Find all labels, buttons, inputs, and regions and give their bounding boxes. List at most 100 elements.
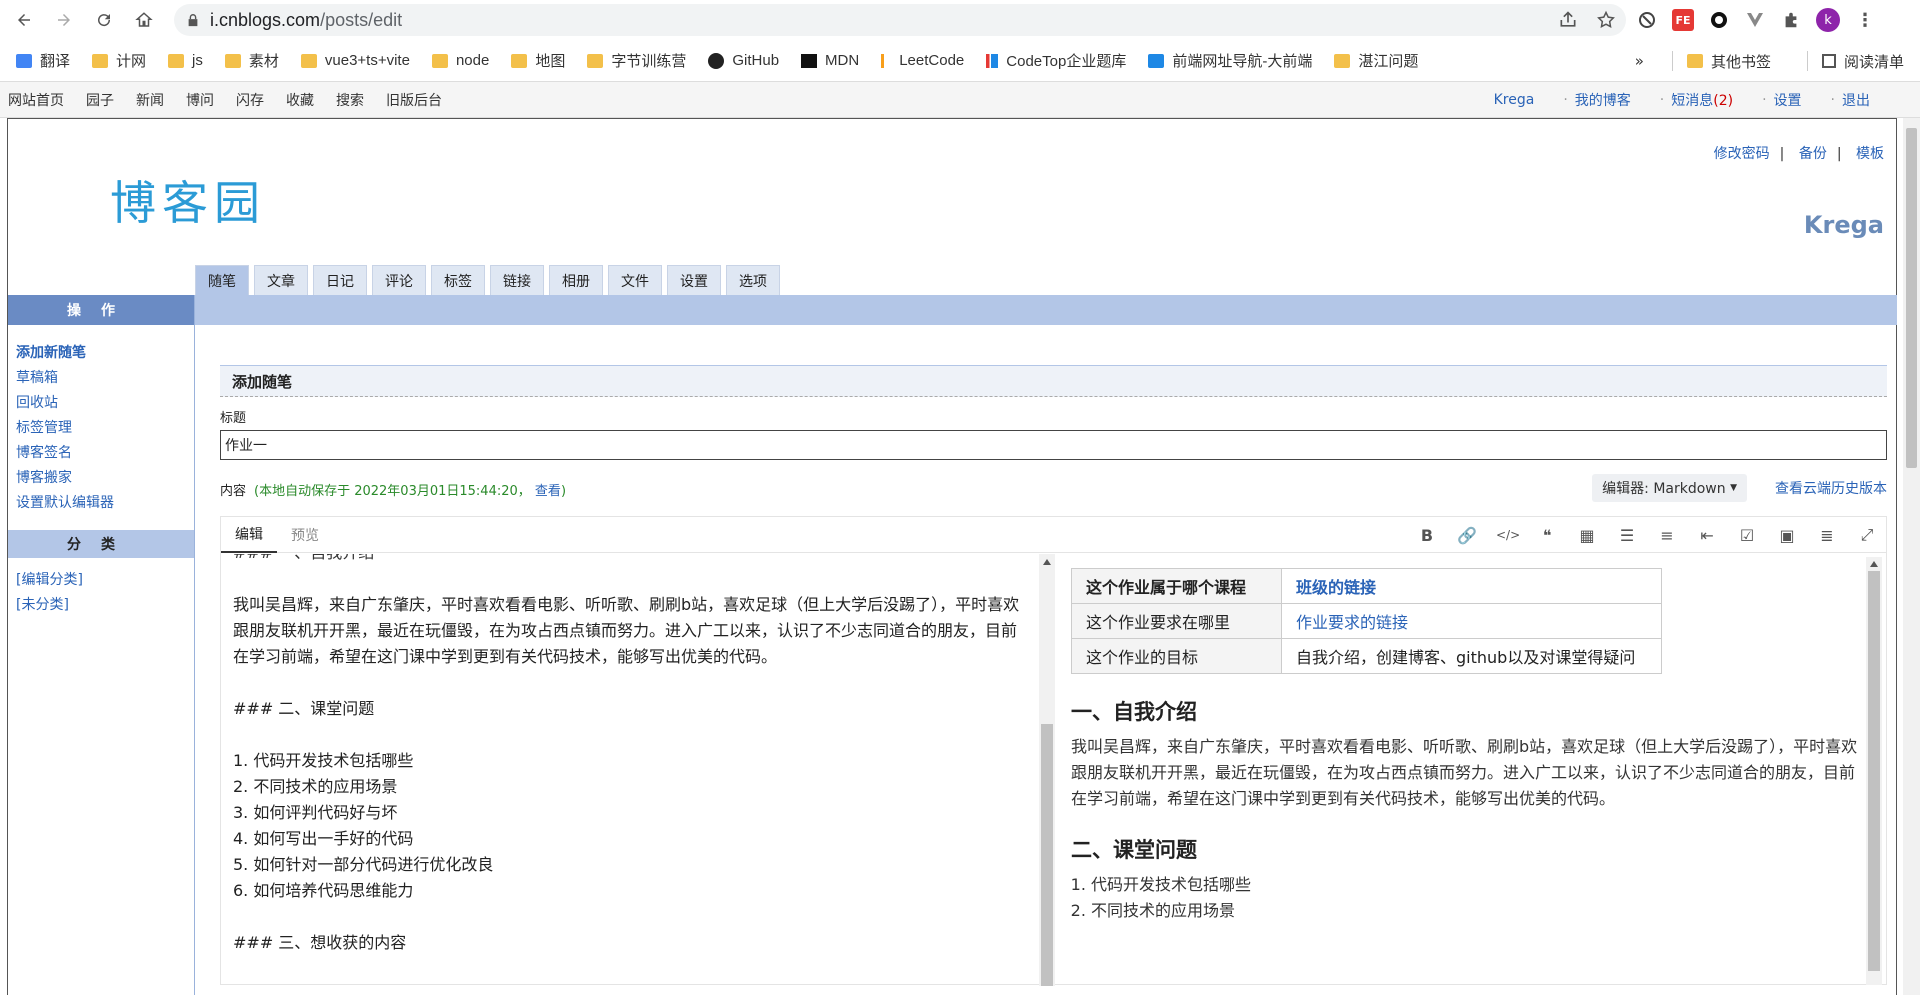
bookmark-item[interactable]: 前端网址导航-大前端 — [1148, 50, 1312, 71]
cloud-history-link[interactable]: 查看云端历史版本 — [1775, 474, 1887, 502]
extensions-puzzle-icon[interactable] — [1780, 9, 1802, 31]
backup-link[interactable]: 备份 — [1799, 146, 1827, 162]
admin-tab[interactable]: 设置 — [667, 265, 721, 295]
sidebar-ops-link[interactable]: 设置默认编辑器 — [16, 491, 194, 516]
bookmark-item[interactable]: 湛江问题 — [1334, 50, 1418, 71]
scroll-up-arrow[interactable] — [1043, 559, 1051, 565]
template-link[interactable]: 模板 — [1856, 146, 1884, 162]
fullscreen-icon[interactable]: ⤢ — [1856, 525, 1878, 545]
extension-vue-icon[interactable] — [1744, 9, 1766, 31]
browser-menu-icon[interactable]: ⋮ — [1854, 9, 1876, 31]
cnblogs-logo[interactable]: 博客园 — [110, 167, 266, 233]
source-list-line: 2. 不同技术的应用场景 — [233, 777, 398, 796]
admin-tab[interactable]: 链接 — [490, 265, 544, 295]
forward-icon[interactable] — [48, 4, 80, 36]
nav-settings-link[interactable]: 设置 — [1774, 90, 1802, 110]
bookmark-item[interactable]: MDN — [801, 52, 859, 69]
extension-sync-icon[interactable] — [1636, 9, 1658, 31]
site-nav-link[interactable]: 网站首页 — [8, 90, 64, 110]
scroll-thumb[interactable] — [1041, 724, 1053, 986]
site-nav-link[interactable]: 闪存 — [236, 90, 264, 110]
sidebar-category-link[interactable]: [未分类] — [16, 593, 194, 618]
image-icon[interactable]: ▣ — [1776, 526, 1798, 545]
reload-icon[interactable] — [88, 4, 120, 36]
sidebar-ops-link[interactable]: 添加新随笔 — [16, 341, 194, 366]
sidebar-ops-link[interactable]: 标签管理 — [16, 416, 194, 441]
bookmark-item[interactable]: 素材 — [224, 50, 279, 71]
indent-icon[interactable]: ⇤ — [1696, 526, 1718, 545]
align-icon[interactable]: ≣ — [1816, 526, 1838, 545]
profile-avatar[interactable]: k — [1816, 8, 1840, 32]
admin-tab[interactable]: 文件 — [608, 265, 662, 295]
checkbox-icon[interactable]: ☑ — [1736, 526, 1758, 545]
home-icon[interactable] — [128, 4, 160, 36]
table-link[interactable]: 班级的链接 — [1296, 578, 1376, 597]
site-nav-link[interactable]: 博问 — [186, 90, 214, 110]
sidebar-ops-link[interactable]: 草稿箱 — [16, 366, 194, 391]
bookmark-item[interactable]: node — [431, 52, 489, 69]
scroll-thumb[interactable] — [1868, 571, 1880, 971]
star-icon[interactable] — [1596, 10, 1616, 30]
admin-tab[interactable]: 相册 — [549, 265, 603, 295]
reading-list-button[interactable]: 阅读清单 — [1821, 51, 1904, 72]
bookmark-item[interactable]: CodeTop企业题库 — [986, 50, 1126, 71]
sidebar-ops-link[interactable]: 回收站 — [16, 391, 194, 416]
folder-icon — [431, 53, 448, 68]
admin-tab[interactable]: 选项 — [726, 265, 780, 295]
bookmark-item[interactable]: LeetCode — [881, 52, 964, 69]
post-title-input[interactable] — [220, 430, 1887, 460]
scroll-up-arrow[interactable] — [1870, 561, 1878, 567]
page-scrollbar[interactable] — [1903, 118, 1920, 995]
bookmark-item[interactable]: js — [168, 52, 203, 69]
nav-myblog-link[interactable]: 我的博客 — [1575, 90, 1631, 110]
admin-tab[interactable]: 标签 — [431, 265, 485, 295]
admin-tab[interactable]: 文章 — [254, 265, 308, 295]
extension-circle-icon[interactable] — [1708, 9, 1730, 31]
autosave-view-link[interactable]: 查看 — [535, 484, 561, 499]
bookmark-item[interactable]: 计网 — [92, 50, 146, 71]
quote-icon[interactable]: ❝ — [1536, 526, 1558, 545]
tab-edit[interactable]: 编辑 — [221, 517, 277, 553]
site-nav-link[interactable]: 新闻 — [136, 90, 164, 110]
sidebar-ops-link[interactable]: 博客搬家 — [16, 466, 194, 491]
change-password-link[interactable]: 修改密码 — [1714, 146, 1770, 162]
bold-icon[interactable]: B — [1416, 526, 1438, 545]
other-bookmarks-folder[interactable]: 其他书签 — [1686, 51, 1771, 72]
table-icon[interactable]: ▦ — [1576, 526, 1598, 545]
site-nav-link[interactable]: 旧版后台 — [386, 90, 442, 110]
share-icon[interactable] — [1558, 10, 1578, 30]
site-nav-link[interactable]: 搜索 — [336, 90, 364, 110]
code-icon[interactable]: </> — [1496, 528, 1520, 542]
table-link[interactable]: 作业要求的链接 — [1296, 613, 1408, 632]
tab-preview[interactable]: 预览 — [277, 517, 333, 553]
site-nav-link[interactable]: 园子 — [86, 90, 114, 110]
nav-user-link[interactable]: Krega — [1494, 92, 1535, 108]
address-bar[interactable]: i.cnblogs.com/posts/edit — [174, 4, 1626, 36]
nav-logout-link[interactable]: 退出 — [1842, 90, 1870, 110]
editor-type-select[interactable]: 编辑器: Markdown ▼ — [1592, 474, 1747, 502]
markdown-source[interactable]: ### 一、自我介绍 我叫吴昌辉，来自广东肇庆，平时喜欢看看电影、听听歌、刷刷b… — [221, 554, 1039, 986]
site-nav-link[interactable]: 收藏 — [286, 90, 314, 110]
bookmark-item[interactable]: vue3+ts+vite — [300, 52, 410, 69]
bookmark-item[interactable]: 字节训练营 — [587, 50, 686, 71]
back-icon[interactable] — [8, 4, 40, 36]
ul-icon[interactable]: ☰ — [1616, 526, 1638, 545]
bookmark-item[interactable]: 地图 — [511, 50, 565, 71]
source-scrollbar[interactable] — [1039, 554, 1055, 986]
sidebar-ops-link[interactable]: 博客签名 — [16, 441, 194, 466]
admin-tab[interactable]: 日记 — [313, 265, 367, 295]
link-icon[interactable]: 🔗 — [1456, 526, 1478, 545]
preview-scrollbar[interactable] — [1866, 557, 1882, 985]
admin-tab[interactable]: 随笔 — [195, 265, 249, 295]
admin-tab[interactable]: 评论 — [372, 265, 426, 295]
table-key-cell: 这个作业的目标 — [1071, 638, 1282, 674]
bookmark-item[interactable]: GitHub — [708, 52, 779, 69]
ol-icon[interactable]: ≡ — [1656, 526, 1678, 545]
sidebar-category-link[interactable]: [编辑分类] — [16, 568, 194, 593]
bookmarks-overflow-button[interactable]: » — [1635, 52, 1644, 70]
folder-icon — [587, 53, 604, 68]
nav-messages-link[interactable]: 短消息(2) — [1671, 90, 1733, 110]
extension-fe-icon[interactable]: FE — [1672, 9, 1694, 31]
bookmark-item[interactable]: 翻译 — [16, 50, 70, 71]
page-scroll-thumb[interactable] — [1906, 128, 1917, 468]
